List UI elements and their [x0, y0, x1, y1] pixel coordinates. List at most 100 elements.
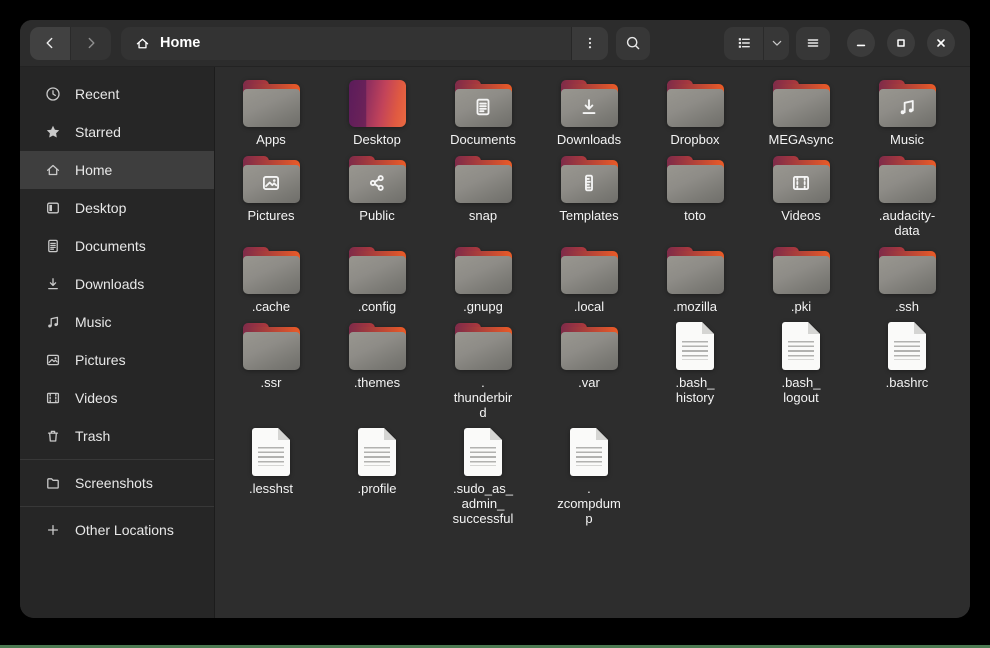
sidebar-item-trash[interactable]: Trash — [20, 417, 214, 455]
trash-icon — [45, 428, 61, 444]
search-button[interactable] — [616, 27, 650, 60]
close-button[interactable] — [927, 29, 955, 57]
file-item[interactable]: Templates — [541, 155, 637, 238]
download-icon — [45, 276, 61, 292]
file-item[interactable]: .bashrc — [859, 322, 955, 420]
folder-icon — [45, 475, 61, 491]
text-file-icon — [252, 428, 290, 476]
file-item[interactable]: Pictures — [223, 155, 319, 238]
text-file-icon — [464, 428, 502, 476]
sidebar-item-home[interactable]: Home — [20, 151, 214, 189]
folder-icon — [879, 155, 936, 203]
sidebar-item-other-locations[interactable]: Other Locations — [20, 511, 214, 549]
file-label: MEGAsync — [768, 132, 833, 147]
sidebar-item-starred[interactable]: Starred — [20, 113, 214, 151]
document-emblem-icon — [473, 97, 494, 118]
file-item[interactable]: Music — [859, 79, 955, 147]
file-item[interactable]: .ssr — [223, 322, 319, 420]
file-item[interactable]: Downloads — [541, 79, 637, 147]
folder-icon — [773, 246, 830, 294]
file-item[interactable]: Documents — [435, 79, 531, 147]
file-item[interactable]: .sudo_as_ admin_ successful — [435, 428, 531, 526]
file-item[interactable]: snap — [435, 155, 531, 238]
search-icon — [625, 35, 641, 51]
file-label: .config — [358, 299, 396, 314]
folder-icon — [561, 155, 618, 203]
file-label: .ssh — [895, 299, 919, 314]
file-item[interactable]: .themes — [329, 322, 425, 420]
headerbar: Home — [20, 20, 970, 67]
file-item[interactable]: .gnupg — [435, 246, 531, 314]
file-item[interactable]: .cache — [223, 246, 319, 314]
sidebar-item-label: Screenshots — [75, 475, 153, 491]
file-item[interactable]: .mozilla — [647, 246, 743, 314]
minimize-button[interactable] — [847, 29, 875, 57]
kebab-menu-icon — [582, 35, 598, 51]
file-item[interactable]: .pki — [753, 246, 849, 314]
view-options-dropdown[interactable] — [763, 27, 789, 60]
download-emblem-icon — [579, 97, 600, 118]
sidebar-item-documents[interactable]: Documents — [20, 227, 214, 265]
headerbar-right — [724, 27, 955, 60]
file-label: .pki — [791, 299, 811, 314]
file-item[interactable]: MEGAsync — [753, 79, 849, 147]
file-item[interactable]: .lesshst — [223, 428, 319, 526]
file-item[interactable]: . thunderbir d — [435, 322, 531, 420]
file-label: Videos — [781, 208, 821, 223]
file-label: . thunderbir d — [454, 375, 513, 420]
back-button[interactable] — [30, 27, 70, 60]
file-item[interactable]: .bash_ logout — [753, 322, 849, 420]
file-item[interactable]: Desktop — [329, 79, 425, 147]
file-label: Dropbox — [670, 132, 719, 147]
file-label: .bashrc — [886, 375, 929, 390]
sidebar-item-label: Other Locations — [75, 522, 174, 538]
folder-icon — [349, 246, 406, 294]
folder-icon — [667, 79, 724, 127]
file-item[interactable]: .local — [541, 246, 637, 314]
file-view[interactable]: Apps DesktopDocumentsDownloads Dropbox MEGA… — [215, 67, 970, 618]
sidebar-item-videos[interactable]: Videos — [20, 379, 214, 417]
location-menu-button[interactable] — [571, 27, 608, 60]
minimize-icon — [853, 35, 869, 51]
file-item[interactable]: Public — [329, 155, 425, 238]
folder-icon — [879, 79, 936, 127]
folder-icon — [243, 79, 300, 127]
file-label: Apps — [256, 132, 286, 147]
desktop-folder-icon — [349, 79, 406, 127]
sidebar-item-label: Downloads — [75, 276, 144, 292]
main-menu-button[interactable] — [796, 27, 830, 60]
sidebar-item-desktop[interactable]: Desktop — [20, 189, 214, 227]
home-icon — [45, 162, 61, 178]
file-item[interactable]: .bash_ history — [647, 322, 743, 420]
list-view-button[interactable] — [724, 27, 763, 60]
folder-icon — [561, 322, 618, 370]
folder-icon — [243, 246, 300, 294]
sidebar-item-downloads[interactable]: Downloads — [20, 265, 214, 303]
file-item[interactable]: .profile — [329, 428, 425, 526]
file-item[interactable]: Videos — [753, 155, 849, 238]
folder-icon — [349, 322, 406, 370]
file-item[interactable]: .ssh — [859, 246, 955, 314]
file-item[interactable]: .var — [541, 322, 637, 420]
path-bar[interactable]: Home — [121, 27, 608, 60]
file-label: .var — [578, 375, 600, 390]
maximize-button[interactable] — [887, 29, 915, 57]
file-label: Public — [359, 208, 394, 223]
file-item[interactable]: .audacity- data — [859, 155, 955, 238]
file-item[interactable]: toto — [647, 155, 743, 238]
sidebar-item-music[interactable]: Music — [20, 303, 214, 341]
forward-button[interactable] — [70, 27, 111, 60]
folder-icon — [243, 155, 300, 203]
file-item[interactable]: Apps — [223, 79, 319, 147]
file-item[interactable]: .config — [329, 246, 425, 314]
sidebar-item-recent[interactable]: Recent — [20, 75, 214, 113]
file-item[interactable]: Dropbox — [647, 79, 743, 147]
chevron-down-icon — [770, 36, 784, 50]
breadcrumb[interactable]: Home — [121, 35, 571, 51]
file-item[interactable]: . zcompdum p — [541, 428, 637, 526]
home-icon — [135, 36, 150, 51]
plus-icon — [45, 522, 61, 538]
text-file-icon — [570, 428, 608, 476]
sidebar-item-pictures[interactable]: Pictures — [20, 341, 214, 379]
sidebar-item-screenshots[interactable]: Screenshots — [20, 464, 214, 502]
